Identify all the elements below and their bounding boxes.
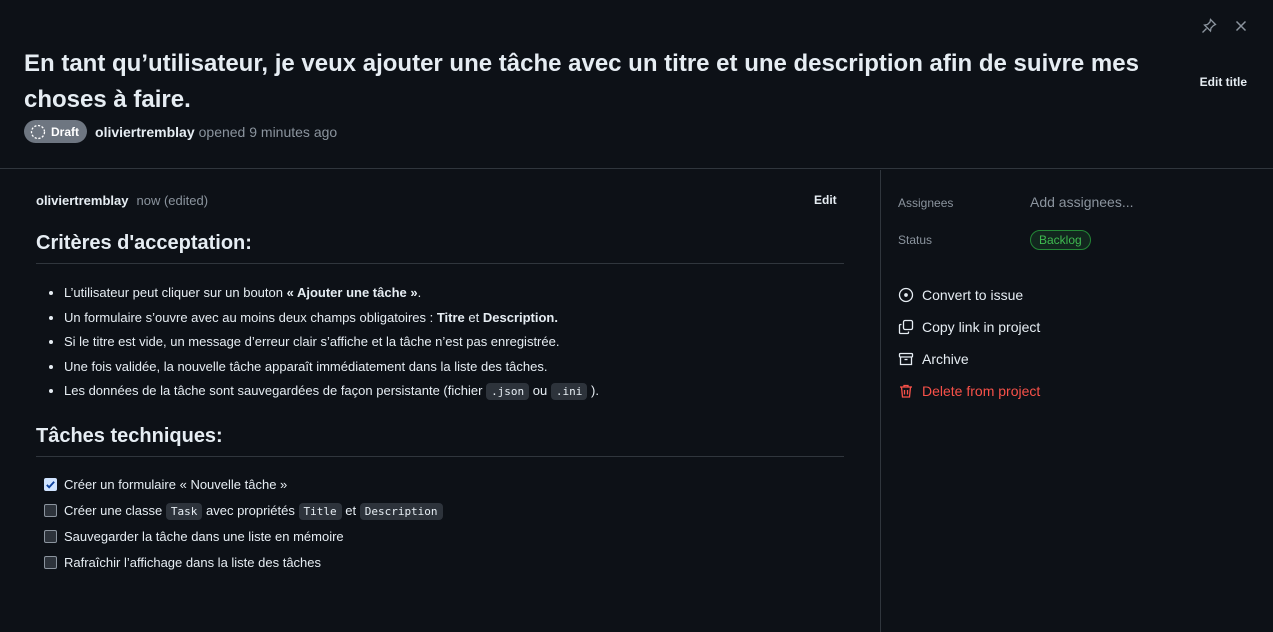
task-label: Créer un formulaire « Nouvelle tâche » [64, 477, 288, 492]
inline-code: .json [486, 383, 530, 400]
copy-icon [898, 319, 914, 335]
list-item: Une fois validée, la nouvelle tâche appa… [64, 355, 844, 380]
task-list: Créer un formulaire « Nouvelle tâche » C… [44, 472, 443, 575]
inline-code: .ini [550, 383, 588, 400]
item-body: oliviertremblay now (edited) Edit Critèr… [0, 170, 880, 632]
comment-edit-button[interactable]: Edit [814, 193, 837, 207]
close-icon[interactable] [1233, 18, 1249, 34]
draft-icon [30, 124, 46, 139]
list-item-text: et [464, 309, 483, 325]
author-link[interactable]: oliviertremblay [95, 124, 195, 140]
task-item: Sauvegarder la tâche dans une liste en m… [44, 524, 443, 550]
list-item-text: L’utilisateur peut cliquer sur un bouton [64, 285, 287, 300]
acceptance-list: L’utilisateur peut cliquer sur un bouton… [64, 281, 844, 405]
sidebar: Assignees Add assignees... Status Backlo… [880, 170, 1273, 632]
check-icon [46, 481, 55, 489]
convert-to-issue-button[interactable]: Convert to issue [898, 287, 1023, 303]
acceptance-heading: Critères d'acceptation: [36, 232, 844, 264]
list-item-text: . [417, 285, 422, 300]
list-item: Si le titre est vide, un message d’erreu… [64, 330, 844, 355]
list-item-text: ). [587, 383, 599, 398]
task-checkbox[interactable] [44, 530, 57, 544]
task-checkbox[interactable] [44, 555, 57, 569]
action-label: Delete from project [922, 383, 1041, 399]
list-item-bold: Description. [482, 309, 558, 325]
comment-author[interactable]: oliviertremblay [36, 193, 129, 208]
inline-code: Title [298, 502, 342, 520]
action-label: Convert to issue [922, 287, 1024, 303]
trash-icon [900, 384, 912, 398]
action-label: Copy link in project [922, 319, 1041, 335]
edit-title-button[interactable]: Edit title [1200, 75, 1247, 89]
archive-button[interactable]: Archive [898, 351, 969, 367]
list-item-text: Un formulaire s’ouvre avec au moins deux… [64, 309, 437, 325]
task-text: avec propriétés [202, 502, 299, 518]
status-badge[interactable]: Backlog [1030, 230, 1091, 250]
task-item: Rafraîchir l’affichage dans la liste des… [44, 550, 443, 576]
copy-link-button[interactable]: Copy link in project [898, 319, 1040, 335]
delete-from-project-button[interactable]: Delete from project [898, 383, 1040, 399]
list-item: Les données de la tâche sont sauvegardée… [64, 379, 844, 405]
assignees-field[interactable]: Add assignees... [1030, 194, 1134, 210]
task-item: Créer une classe Task avec propriétés Ti… [44, 498, 443, 525]
issue-opened-icon [898, 287, 914, 303]
task-label: Rafraîchir l’affichage dans la liste des… [64, 554, 322, 570]
task-label: Créer une classe Task avec propriétés Ti… [64, 498, 443, 525]
technical-heading: Tâches techniques: [36, 425, 844, 457]
list-item: Un formulaire s’ouvre avec au moins deux… [64, 306, 844, 331]
comment-time: now (edited) [136, 193, 209, 208]
pin-icon[interactable] [1201, 18, 1217, 34]
opened-text: opened 9 minutes ago [198, 123, 338, 140]
task-item: Créer un formulaire « Nouvelle tâche » [44, 472, 443, 498]
inline-code: Description [359, 502, 443, 520]
item-meta: Draft oliviertremblay opened 9 minutes a… [24, 120, 337, 143]
task-text: Créer une classe [64, 502, 166, 518]
task-checkbox[interactable] [44, 504, 57, 518]
draft-badge: Draft [24, 120, 88, 143]
task-label: Sauvegarder la tâche dans une liste en m… [64, 529, 344, 544]
assignees-label: Assignees [898, 196, 954, 210]
list-item: L’utilisateur peut cliquer sur un bouton… [64, 281, 844, 306]
task-text: et [341, 502, 360, 518]
list-item-text: ou [529, 383, 551, 398]
inline-code: Task [165, 502, 203, 520]
action-label: Archive [922, 351, 969, 367]
draft-label: Draft [51, 124, 80, 139]
list-item-bold: « Ajouter une tâche » [286, 285, 418, 300]
header-actions [1201, 18, 1249, 34]
list-item-bold: Titre [436, 309, 465, 325]
item-header: En tant qu’utilisateur, je veux ajouter … [0, 0, 1273, 169]
page-title: En tant qu’utilisateur, je veux ajouter … [24, 50, 1139, 113]
status-label: Status [898, 233, 933, 247]
task-checkbox[interactable] [44, 478, 57, 492]
archive-icon [898, 352, 914, 366]
list-item-text: Les données de la tâche sont sauvegardée… [64, 383, 487, 398]
comment-header: oliviertremblay now (edited) [36, 193, 208, 208]
